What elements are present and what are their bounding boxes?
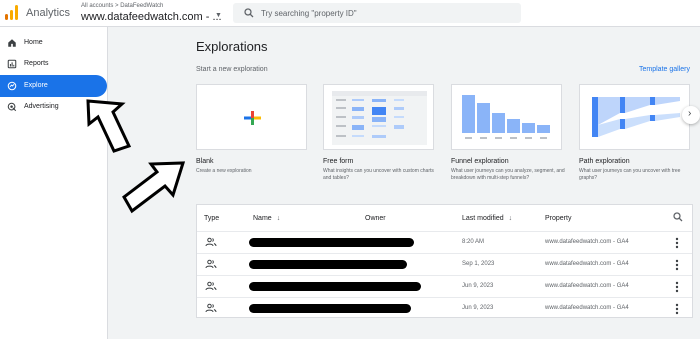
search-bar[interactable] xyxy=(233,3,521,23)
arrow-down-icon: ↓ xyxy=(276,215,281,222)
redacted-name[interactable] xyxy=(249,282,421,291)
arrow-down-icon: ↓ xyxy=(508,215,513,222)
plus-icon xyxy=(244,111,261,125)
template-desc-free-form: What insights can you uncover with custo… xyxy=(323,168,434,181)
home-icon xyxy=(8,39,16,47)
redacted-name[interactable] xyxy=(249,238,414,247)
reports-icon xyxy=(7,59,17,69)
more-vert-icon[interactable] xyxy=(675,237,679,249)
property: www.datafeedwatch.com - GA4 xyxy=(545,283,629,289)
sidebar-item-label: Explore xyxy=(24,82,48,89)
sidebar-item-label: Reports xyxy=(24,60,49,67)
column-header-property: Property xyxy=(545,215,572,222)
template-card-funnel[interactable] xyxy=(451,84,562,150)
shared-users-icon xyxy=(205,237,217,247)
sidebar-item-explore[interactable]: Explore xyxy=(0,75,107,97)
last-modified: 8:20 AM xyxy=(462,239,485,245)
advertising-icon xyxy=(7,102,17,112)
sidebar-item-label: Home xyxy=(24,39,43,46)
table-row[interactable]: Sep 1, 2023 www.datafeedwatch.com - GA4 xyxy=(197,253,692,275)
redacted-name[interactable] xyxy=(249,304,411,313)
search-icon xyxy=(244,8,254,18)
column-header-label: Name xyxy=(253,215,272,222)
more-vert-icon[interactable] xyxy=(675,259,679,271)
funnel-thumbnail xyxy=(462,95,550,139)
next-templates-button[interactable]: › xyxy=(682,106,700,124)
path-thumbnail xyxy=(592,97,680,137)
template-title-path[interactable]: Path exploration xyxy=(579,158,630,165)
search-input[interactable] xyxy=(261,5,511,21)
explore-icon xyxy=(7,81,17,91)
column-header-label: Last modified xyxy=(462,215,504,222)
redacted-name[interactable] xyxy=(249,260,407,269)
property: www.datafeedwatch.com - GA4 xyxy=(545,261,629,267)
column-header-last-modified[interactable]: Last modified ↓ xyxy=(462,215,512,222)
analytics-logo-icon[interactable] xyxy=(5,5,19,20)
template-card-path[interactable] xyxy=(579,84,690,150)
sidebar-item-advertising[interactable]: Advertising xyxy=(0,96,107,118)
template-title-funnel[interactable]: Funnel exploration xyxy=(451,158,509,165)
template-desc-path: What user journeys can you uncover with … xyxy=(579,168,681,181)
shared-users-icon xyxy=(205,281,217,291)
sidebar-item-label: Advertising xyxy=(24,103,59,110)
template-desc-funnel: What user journeys can you analyze, segm… xyxy=(451,168,565,181)
template-title-blank[interactable]: Blank xyxy=(196,158,214,165)
last-modified: Jun 9, 2023 xyxy=(462,283,494,289)
account-selector[interactable]: www.datafeedwatch.com - ... xyxy=(81,11,222,23)
sidebar-item-reports[interactable]: Reports xyxy=(0,53,107,75)
template-card-free-form[interactable] xyxy=(323,84,434,150)
app-name: Analytics xyxy=(26,7,71,19)
free-form-thumbnail xyxy=(332,91,427,145)
account-breadcrumb[interactable]: All accounts > DataFeedWatch xyxy=(81,3,163,9)
column-header-type: Type xyxy=(204,215,220,222)
template-title-free-form[interactable]: Free form xyxy=(323,158,353,165)
section-label: Start a new exploration xyxy=(196,66,268,73)
shared-users-icon xyxy=(205,303,217,313)
sidebar: Home Reports Explore Advertising xyxy=(0,27,108,339)
sidebar-item-home[interactable]: Home xyxy=(0,32,107,54)
template-desc-blank: Create a new exploration xyxy=(196,168,252,174)
more-vert-icon[interactable] xyxy=(675,303,679,315)
search-icon[interactable] xyxy=(672,211,684,223)
table-row[interactable]: Jun 9, 2023 www.datafeedwatch.com - GA4 xyxy=(197,275,692,297)
chevron-right-icon: › xyxy=(688,108,692,119)
column-header-name[interactable]: Name ↓ xyxy=(253,215,280,222)
property: www.datafeedwatch.com - GA4 xyxy=(545,239,629,245)
page-title: Explorations xyxy=(196,39,268,54)
more-vert-icon[interactable] xyxy=(675,281,679,293)
last-modified: Sep 1, 2023 xyxy=(462,261,495,267)
table-row[interactable]: Jun 9, 2023 www.datafeedwatch.com - GA4 xyxy=(197,297,692,319)
chevron-down-icon[interactable]: ▼ xyxy=(215,12,222,19)
top-bar: Analytics All accounts > DataFeedWatch w… xyxy=(0,0,700,27)
last-modified: Jun 9, 2023 xyxy=(462,305,494,311)
table-row[interactable]: 8:20 AM www.datafeedwatch.com - GA4 xyxy=(197,231,692,253)
shared-users-icon xyxy=(205,259,217,269)
explorations-table: Type Name ↓ Owner Last modified ↓ Property… xyxy=(196,204,693,318)
template-card-blank[interactable] xyxy=(196,84,307,150)
template-gallery-link[interactable]: Template gallery xyxy=(639,66,690,73)
column-header-owner: Owner xyxy=(365,215,386,222)
property: www.datafeedwatch.com - GA4 xyxy=(545,305,629,311)
main-content: Explorations Start a new exploration Tem… xyxy=(108,27,700,339)
